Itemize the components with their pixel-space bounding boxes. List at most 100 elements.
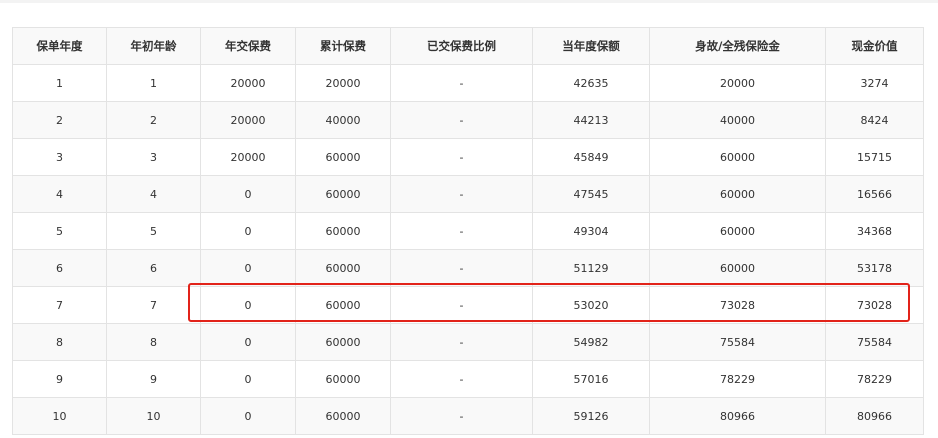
table-row: 7 7 0 60000-53020 73028 73028 xyxy=(12,286,924,324)
sum-insured-cell: 49304 xyxy=(532,212,650,250)
cash-value-cell: 15715 xyxy=(825,138,924,176)
header-policy-year: 保单年度 xyxy=(12,27,107,65)
policy-year-cell: 3 xyxy=(12,138,107,176)
start-age-cell: 4 xyxy=(106,175,201,213)
death-benefit-cell: 78229 xyxy=(649,360,826,398)
paid-ratio-cell: - xyxy=(390,212,533,250)
header-annual-premium: 年交保费 xyxy=(200,27,296,65)
policy-year-cell: 1 xyxy=(12,64,107,102)
cash-value-cell: 80966 xyxy=(825,397,924,435)
paid-ratio-cell: - xyxy=(390,397,533,435)
start-age-cell: 8 xyxy=(106,323,201,361)
policy-year-cell: 2 xyxy=(12,101,107,139)
sum-insured-cell: 45849 xyxy=(532,138,650,176)
start-age-cell: 9 xyxy=(106,360,201,398)
annual-premium-cell: 20000 xyxy=(200,138,296,176)
paid-ratio-cell: - xyxy=(390,286,533,324)
table-row: 9 9 0 60000-57016 78229 78229 xyxy=(12,360,924,398)
header-start-age: 年初年龄 xyxy=(106,27,201,65)
start-age-cell: 2 xyxy=(106,101,201,139)
header-cash-value: 现金价值 xyxy=(825,27,924,65)
annual-premium-cell: 0 xyxy=(200,249,296,287)
table-row: 2 2 20000 40000-44213 40000 8424 xyxy=(12,101,924,139)
paid-ratio-cell: - xyxy=(390,323,533,361)
cash-value-cell: 53178 xyxy=(825,249,924,287)
sum-insured-cell: 59126 xyxy=(532,397,650,435)
cumulative-premium-cell: 20000 xyxy=(295,64,391,102)
cumulative-premium-cell: 60000 xyxy=(295,212,391,250)
cumulative-premium-cell: 60000 xyxy=(295,360,391,398)
death-benefit-cell: 40000 xyxy=(649,101,826,139)
death-benefit-cell: 60000 xyxy=(649,212,826,250)
top-strip xyxy=(0,0,938,3)
header-cumulative-premium: 累计保费 xyxy=(295,27,391,65)
cumulative-premium-cell: 60000 xyxy=(295,249,391,287)
death-benefit-cell: 60000 xyxy=(649,138,826,176)
paid-ratio-cell: - xyxy=(390,360,533,398)
cumulative-premium-cell: 60000 xyxy=(295,138,391,176)
start-age-cell: 3 xyxy=(106,138,201,176)
policy-year-cell: 9 xyxy=(12,360,107,398)
sum-insured-cell: 47545 xyxy=(532,175,650,213)
start-age-cell: 10 xyxy=(106,397,201,435)
cumulative-premium-cell: 40000 xyxy=(295,101,391,139)
benefit-table: 保单年度 年初年龄 年交保费 累计保费 已交保费比例 当年度保额 身故/全残保险… xyxy=(12,27,924,435)
sum-insured-cell: 57016 xyxy=(532,360,650,398)
cash-value-cell: 75584 xyxy=(825,323,924,361)
death-benefit-cell: 60000 xyxy=(649,175,826,213)
table-row: 6 6 0 60000-51129 60000 53178 xyxy=(12,249,924,287)
policy-year-cell: 5 xyxy=(12,212,107,250)
start-age-cell: 5 xyxy=(106,212,201,250)
header-sum-insured: 当年度保额 xyxy=(532,27,650,65)
cumulative-premium-cell: 60000 xyxy=(295,175,391,213)
cumulative-premium-cell: 60000 xyxy=(295,397,391,435)
table-row: 4 4 0 60000-47545 60000 16566 xyxy=(12,175,924,213)
death-benefit-cell: 75584 xyxy=(649,323,826,361)
table-row: 10 10 0 60000-59126 80966 80966 xyxy=(12,397,924,435)
header-paid-ratio: 已交保费比例 xyxy=(390,27,533,65)
table-header-row: 保单年度 年初年龄 年交保费 累计保费 已交保费比例 当年度保额 身故/全残保险… xyxy=(12,27,924,65)
paid-ratio-cell: - xyxy=(390,249,533,287)
paid-ratio-cell: - xyxy=(390,64,533,102)
annual-premium-cell: 20000 xyxy=(200,64,296,102)
table-row: 8 8 0 60000-54982 75584 75584 xyxy=(12,323,924,361)
table-row: 3 3 20000 60000-45849 60000 15715 xyxy=(12,138,924,176)
annual-premium-cell: 0 xyxy=(200,212,296,250)
cash-value-cell: 73028 xyxy=(825,286,924,324)
sum-insured-cell: 54982 xyxy=(532,323,650,361)
policy-year-cell: 7 xyxy=(12,286,107,324)
paid-ratio-cell: - xyxy=(390,138,533,176)
annual-premium-cell: 20000 xyxy=(200,101,296,139)
annual-premium-cell: 0 xyxy=(200,323,296,361)
paid-ratio-cell: - xyxy=(390,101,533,139)
start-age-cell: 1 xyxy=(106,64,201,102)
cash-value-cell: 78229 xyxy=(825,360,924,398)
sum-insured-cell: 44213 xyxy=(532,101,650,139)
annual-premium-cell: 0 xyxy=(200,286,296,324)
cumulative-premium-cell: 60000 xyxy=(295,286,391,324)
sum-insured-cell: 53020 xyxy=(532,286,650,324)
sum-insured-cell: 42635 xyxy=(532,64,650,102)
policy-year-cell: 6 xyxy=(12,249,107,287)
cash-value-cell: 3274 xyxy=(825,64,924,102)
table-row: 5 5 0 60000-49304 60000 34368 xyxy=(12,212,924,250)
cumulative-premium-cell: 60000 xyxy=(295,323,391,361)
policy-year-cell: 10 xyxy=(12,397,107,435)
death-benefit-cell: 80966 xyxy=(649,397,826,435)
death-benefit-cell: 20000 xyxy=(649,64,826,102)
table-body: 1 1 20000 20000-42635 20000 3274 2 2 20000 40000-… xyxy=(12,64,924,435)
policy-year-cell: 8 xyxy=(12,323,107,361)
cash-value-cell: 8424 xyxy=(825,101,924,139)
table-row: 1 1 20000 20000-42635 20000 3274 xyxy=(12,64,924,102)
page: 保单年度 年初年龄 年交保费 累计保费 已交保费比例 当年度保额 身故/全残保险… xyxy=(0,0,938,438)
start-age-cell: 6 xyxy=(106,249,201,287)
annual-premium-cell: 0 xyxy=(200,397,296,435)
policy-year-cell: 4 xyxy=(12,175,107,213)
cash-value-cell: 34368 xyxy=(825,212,924,250)
annual-premium-cell: 0 xyxy=(200,175,296,213)
death-benefit-cell: 60000 xyxy=(649,249,826,287)
header-death-benefit: 身故/全残保险金 xyxy=(649,27,826,65)
annual-premium-cell: 0 xyxy=(200,360,296,398)
paid-ratio-cell: - xyxy=(390,175,533,213)
sum-insured-cell: 51129 xyxy=(532,249,650,287)
